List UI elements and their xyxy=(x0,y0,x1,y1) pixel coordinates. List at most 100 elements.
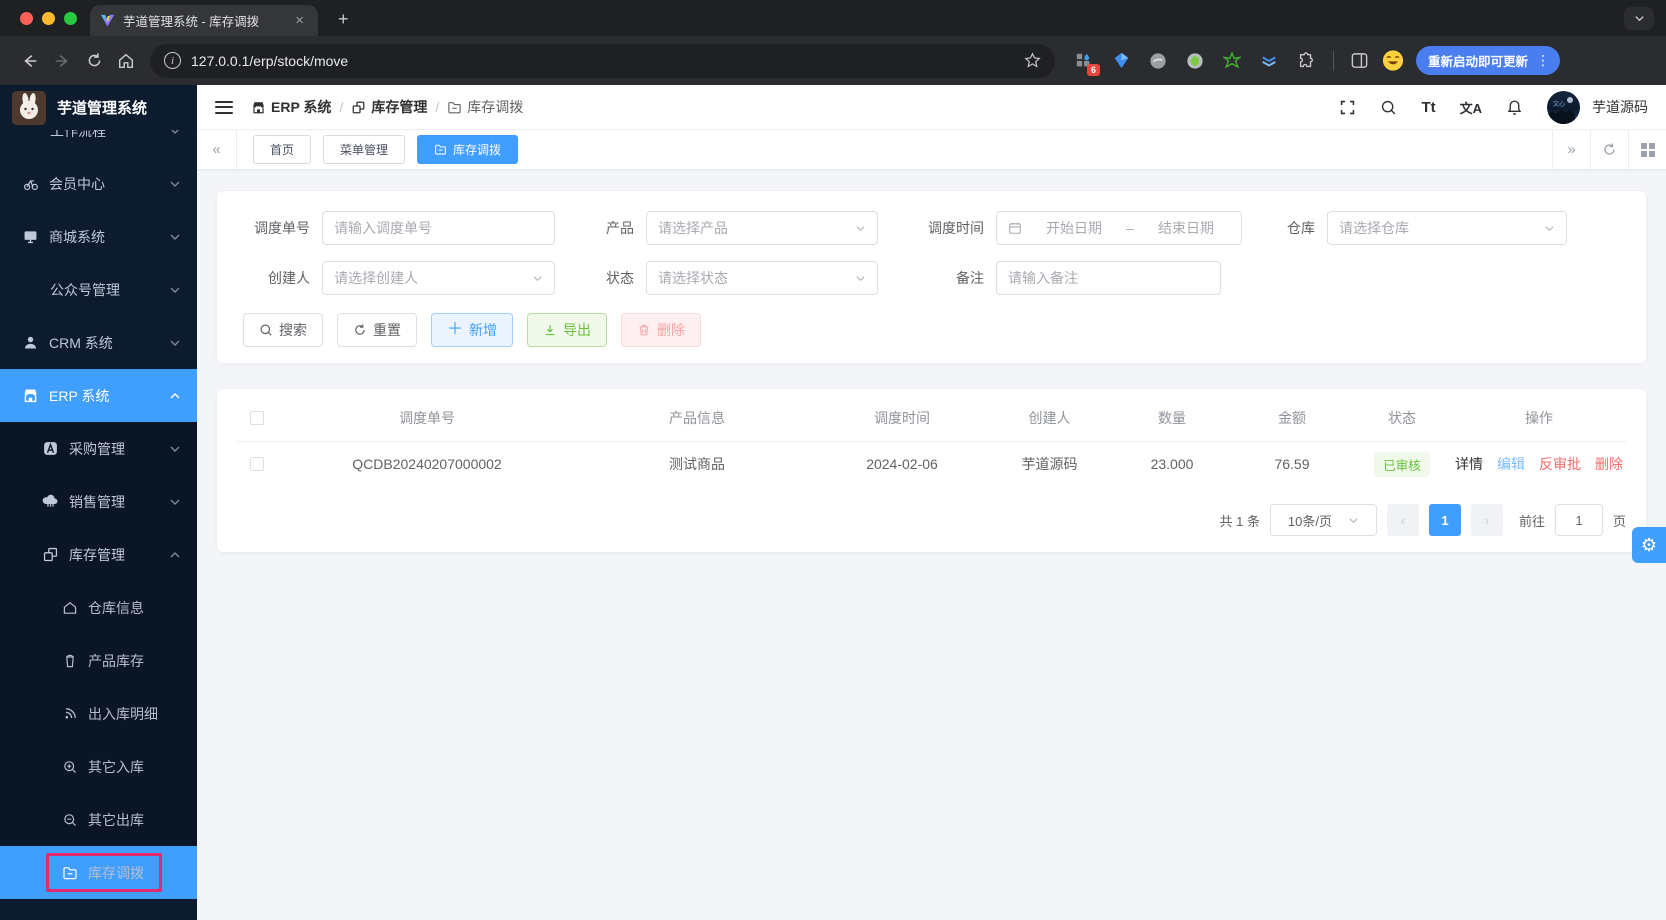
username[interactable]: 芋道源码 xyxy=(1592,97,1648,117)
sidebar-item-crm-system[interactable]: CRM 系统 xyxy=(0,316,197,369)
cell-creator: 芋道源码 xyxy=(1021,456,1078,472)
table-row: QCDB20240207000002 测试商品 2024-02-06 芋道源码 … xyxy=(237,441,1626,486)
bell-icon[interactable] xyxy=(1506,99,1523,116)
dispatch-no-input-field[interactable] xyxy=(334,220,543,236)
extension-green-star-icon[interactable] xyxy=(1221,50,1243,72)
goto-page-input[interactable] xyxy=(1554,504,1603,536)
extension-grid-icon[interactable]: 6 xyxy=(1073,50,1100,76)
row-unapprove-link[interactable]: 反审批 xyxy=(1539,454,1581,474)
erp-submenu: 采购管理 销售管理 库存管理 仓库信息 产品库存 出入库明细 其它入库 其它出库… xyxy=(0,422,197,899)
breadcrumb-stock-mgmt[interactable]: 库存管理 xyxy=(351,97,427,117)
minimize-window-button[interactable] xyxy=(42,12,55,25)
url-text[interactable]: 127.0.0.1/erp/stock/move xyxy=(191,53,1014,69)
address-bar[interactable]: i 127.0.0.1/erp/stock/move xyxy=(150,43,1055,78)
row-checkbox[interactable] xyxy=(250,457,264,471)
extension-chevrons-icon[interactable] xyxy=(1258,50,1280,72)
sidebar-item-warehouse-info[interactable]: 仓库信息 xyxy=(0,581,197,634)
profile-emoji-avatar[interactable] xyxy=(1382,50,1404,72)
side-panel-icon[interactable] xyxy=(1348,50,1370,72)
reload-icon[interactable] xyxy=(78,45,110,77)
sidebar-logo-row[interactable]: 芋道管理系统 xyxy=(0,85,197,130)
storefront-icon xyxy=(251,100,266,115)
sidebar-item-stock-record[interactable]: 出入库明细 xyxy=(0,687,197,740)
export-button[interactable]: 导出 xyxy=(527,313,608,347)
sidebar-item-sales-mgmt[interactable]: 销售管理 xyxy=(0,475,197,528)
select-all-checkbox[interactable] xyxy=(250,411,264,425)
puzzle-extensions-icon[interactable] xyxy=(1295,50,1317,72)
product-select[interactable]: 请选择产品 xyxy=(646,211,878,245)
remark-input[interactable] xyxy=(996,261,1221,295)
sidebar-item-purchase-mgmt[interactable]: 采购管理 xyxy=(0,422,197,475)
status-select[interactable]: 请选择状态 xyxy=(646,261,878,295)
bookmark-star-icon[interactable] xyxy=(1024,52,1041,69)
font-size-icon[interactable]: Tt xyxy=(1421,99,1435,116)
sidebar-item-erp-system[interactable]: ERP 系统 xyxy=(0,369,197,422)
cup-icon xyxy=(62,653,78,669)
app-header: ERP 系统 / 库存管理 / 库存调拨 Tt 文A 文心 芋道源码 xyxy=(197,85,1666,130)
view-tab-menu-mgmt[interactable]: 菜单管理 xyxy=(323,135,406,164)
home-icon[interactable] xyxy=(110,45,142,77)
sidebar-item-mall-system[interactable]: 商城系统 xyxy=(0,210,197,263)
browser-update-button[interactable]: 重新启动即可更新 ⋮ xyxy=(1416,46,1561,75)
sidebar-item-member-center[interactable]: 会员中心 xyxy=(0,157,197,210)
search-icon[interactable] xyxy=(1380,99,1397,116)
sidebar-item-other-in[interactable]: 其它入库 xyxy=(0,740,197,793)
row-detail-link[interactable]: 详情 xyxy=(1455,454,1483,474)
prev-page-button[interactable]: ‹ xyxy=(1386,504,1419,536)
layout-grid-icon[interactable] xyxy=(1628,130,1666,169)
zoom-window-button[interactable] xyxy=(64,12,77,25)
tabs-scroll-right-icon[interactable]: » xyxy=(1552,130,1590,169)
view-tab-home[interactable]: 首页 xyxy=(253,135,312,164)
tab-search-chevron-icon[interactable] xyxy=(1624,7,1654,30)
locale-icon[interactable]: 文A xyxy=(1460,98,1482,117)
traffic-lights[interactable] xyxy=(20,12,77,25)
remark-input-field[interactable] xyxy=(1008,270,1209,286)
add-button[interactable]: ＋ 新增 xyxy=(431,313,514,347)
warehouse-select[interactable]: 请选择仓库 xyxy=(1327,211,1567,245)
browser-tab-strip: 芋道管理系统 - 库存调拨 × + xyxy=(0,0,1666,36)
sidebar-item-product-stock[interactable]: 产品库存 xyxy=(0,634,197,687)
sidebar-item-stock-move[interactable]: 库存调拨 xyxy=(0,846,197,899)
fullscreen-icon[interactable] xyxy=(1339,99,1356,116)
row-edit-link[interactable]: 编辑 xyxy=(1497,454,1525,474)
search-button[interactable]: 搜索 xyxy=(243,313,323,347)
sidebar-item-stock-mgmt[interactable]: 库存管理 xyxy=(0,528,197,581)
tabs-scroll-left-icon[interactable]: « xyxy=(197,130,237,169)
new-tab-button[interactable]: + xyxy=(332,9,355,30)
current-page-button[interactable]: 1 xyxy=(1428,504,1461,536)
refresh-page-icon[interactable] xyxy=(1590,130,1628,169)
forward-icon[interactable] xyxy=(46,45,78,77)
boxes-icon xyxy=(42,546,59,563)
sidebar-item-workflow[interactable]: 工作流程 xyxy=(0,130,197,157)
breadcrumb-separator: / xyxy=(435,99,440,115)
chrome-menu-icon[interactable]: ⋮ xyxy=(1532,52,1554,69)
cell-status: 已审核 xyxy=(1352,451,1452,477)
reset-button[interactable]: 重置 xyxy=(337,313,417,347)
page-size-select[interactable]: 10条/页 xyxy=(1269,504,1377,536)
tab-close-icon[interactable]: × xyxy=(291,11,308,30)
cell-ops: 详情 编辑 反审批 删除 xyxy=(1452,454,1626,474)
delete-button[interactable]: 删除 xyxy=(621,313,702,347)
creator-select[interactable]: 请选择创建人 xyxy=(322,261,555,295)
user-avatar[interactable]: 文心 xyxy=(1547,90,1580,124)
settings-drawer-button[interactable]: ⚙ xyxy=(1632,527,1666,563)
back-icon[interactable] xyxy=(14,45,46,77)
extension-gray-circle-icon[interactable] xyxy=(1147,50,1169,72)
sidebar-item-official-account[interactable]: 公众号管理 xyxy=(0,263,197,316)
close-window-button[interactable] xyxy=(20,12,33,25)
dispatch-time-range-picker[interactable]: 开始日期 – 结束日期 xyxy=(996,211,1242,245)
site-info-icon[interactable]: i xyxy=(164,52,181,69)
view-tab-stock-move[interactable]: 库存调拨 xyxy=(417,135,519,164)
app-title: 芋道管理系统 xyxy=(57,100,148,117)
extension-green-dot-icon[interactable] xyxy=(1184,50,1206,72)
browser-tab[interactable]: 芋道管理系统 - 库存调拨 × xyxy=(90,5,318,36)
dispatch-no-input[interactable] xyxy=(322,211,555,245)
sidebar-item-other-out[interactable]: 其它出库 xyxy=(0,793,197,846)
collapse-menu-icon[interactable] xyxy=(215,100,233,114)
extension-kite-icon[interactable] xyxy=(1110,50,1132,72)
next-page-button[interactable]: › xyxy=(1470,504,1503,536)
breadcrumb-erp[interactable]: ERP 系统 xyxy=(251,97,331,117)
row-delete-link[interactable]: 删除 xyxy=(1595,454,1623,474)
app-logo-rabbit xyxy=(12,90,46,125)
filter-label-dispatch-time: 调度时间 xyxy=(928,220,984,236)
